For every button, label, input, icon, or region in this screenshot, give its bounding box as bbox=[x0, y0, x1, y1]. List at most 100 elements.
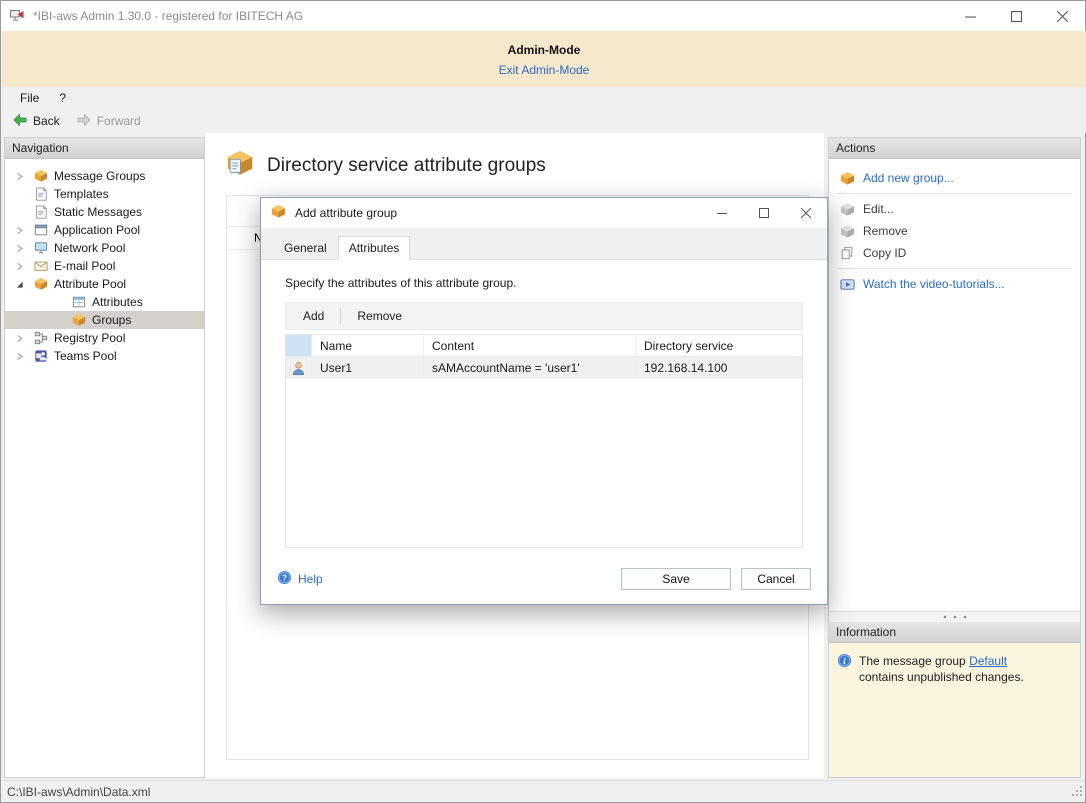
action-watch-tutorials[interactable]: Watch the video-tutorials... bbox=[829, 273, 1080, 295]
sidebar-item-label: E-mail Pool bbox=[54, 259, 115, 273]
menu-help[interactable]: ? bbox=[49, 88, 76, 108]
sidebar-item-label: Application Pool bbox=[54, 223, 140, 237]
dialog-title: Add attribute group bbox=[295, 206, 397, 220]
forward-button[interactable]: Forward bbox=[76, 112, 141, 131]
dialog-footer: ? Help Save Cancel bbox=[261, 560, 827, 604]
chevron-right-icon[interactable] bbox=[15, 352, 33, 361]
chevron-expanded-icon[interactable] bbox=[15, 280, 33, 289]
dialog-minimize-button[interactable] bbox=[701, 198, 743, 228]
status-path: C:\IBI-aws\Admin\Data.xml bbox=[7, 785, 150, 799]
content-column-header[interactable]: Content bbox=[424, 335, 636, 356]
tab-attributes[interactable]: Attributes bbox=[338, 236, 411, 260]
sidebar-item-teams-pool[interactable]: Teams Pool bbox=[5, 347, 204, 365]
page-heading: Directory service attribute groups bbox=[225, 149, 546, 182]
actions-header: Actions bbox=[829, 138, 1080, 159]
user-icon bbox=[286, 357, 312, 379]
help-link[interactable]: ? Help bbox=[277, 570, 323, 588]
forward-label: Forward bbox=[97, 114, 141, 128]
network-pool-icon bbox=[33, 240, 49, 256]
menu-bar: File ? bbox=[2, 87, 1086, 109]
sidebar-item-templates[interactable]: Templates bbox=[5, 185, 204, 203]
sidebar-item-label: Attributes bbox=[92, 295, 143, 309]
sidebar-item-application-pool[interactable]: Application Pool bbox=[5, 221, 204, 239]
help-label: Help bbox=[298, 572, 323, 586]
app-window: *IBI-aws Admin 1.30.0 - registered for I… bbox=[0, 0, 1086, 803]
information-message: The message group Default contains unpub… bbox=[859, 653, 1029, 685]
remove-attribute-button[interactable]: Remove bbox=[346, 305, 413, 327]
toolbar-separator bbox=[340, 308, 341, 324]
app-icon bbox=[9, 7, 25, 26]
copy-icon bbox=[839, 245, 855, 261]
sidebar-item-groups[interactable]: Groups bbox=[5, 311, 204, 329]
sidebar-item-email-pool[interactable]: E-mail Pool bbox=[5, 257, 204, 275]
table-header-row: Name Content Directory service bbox=[286, 335, 802, 357]
table-row[interactable]: User1 sAMAccountName = 'user1' 192.168.1… bbox=[286, 357, 802, 379]
sidebar-item-label: Static Messages bbox=[54, 205, 142, 219]
tab-general[interactable]: General bbox=[273, 236, 338, 260]
sidebar-item-label: Registry Pool bbox=[54, 331, 125, 345]
svg-text:?: ? bbox=[282, 573, 287, 583]
admin-mode-title: Admin-Mode bbox=[2, 31, 1086, 57]
action-add-new-group[interactable]: Add new group... bbox=[829, 167, 1080, 189]
status-bar: C:\IBI-aws\Admin\Data.xml bbox=[1, 780, 1085, 802]
application-pool-icon bbox=[33, 222, 49, 238]
maximize-button[interactable] bbox=[993, 1, 1039, 31]
save-button[interactable]: Save bbox=[621, 568, 731, 590]
sidebar-item-registry-pool[interactable]: Registry Pool bbox=[5, 329, 204, 347]
sidebar-item-attribute-pool[interactable]: Attribute Pool bbox=[5, 275, 204, 293]
resize-grip[interactable] bbox=[1070, 784, 1083, 800]
navigation-tree: Message Groups Templates Static Messages… bbox=[5, 159, 204, 365]
exit-admin-mode-link[interactable]: Exit Admin-Mode bbox=[499, 63, 590, 77]
groups-icon bbox=[71, 312, 87, 328]
dialog-title-bar: Add attribute group bbox=[261, 198, 827, 228]
sidebar-item-attributes[interactable]: Attributes bbox=[5, 293, 204, 311]
action-label: Remove bbox=[863, 224, 908, 238]
back-arrow-icon bbox=[12, 112, 28, 131]
cell-name: User1 bbox=[312, 357, 424, 379]
attributes-toolbar: Add Remove bbox=[285, 302, 803, 330]
icon-column-header[interactable] bbox=[286, 335, 312, 356]
name-column-header[interactable]: Name bbox=[312, 335, 424, 356]
menu-file[interactable]: File bbox=[10, 88, 49, 108]
default-group-link[interactable]: Default bbox=[969, 654, 1007, 668]
directory-service-column-header[interactable]: Directory service bbox=[636, 335, 802, 356]
actions-divider bbox=[837, 268, 1072, 269]
dialog-close-button[interactable] bbox=[785, 198, 827, 228]
minimize-button[interactable] bbox=[947, 1, 993, 31]
action-label: Edit... bbox=[863, 202, 894, 216]
admin-mode-banner: Admin-Mode Exit Admin-Mode bbox=[2, 31, 1086, 87]
cancel-button[interactable]: Cancel bbox=[741, 568, 811, 590]
sidebar-item-network-pool[interactable]: Network Pool bbox=[5, 239, 204, 257]
teams-pool-icon bbox=[33, 348, 49, 364]
chevron-right-icon[interactable] bbox=[15, 262, 33, 271]
back-button[interactable]: Back bbox=[12, 112, 60, 131]
dialog-description: Specify the attributes of this attribute… bbox=[285, 276, 811, 290]
remove-group-icon bbox=[839, 223, 855, 239]
action-edit[interactable]: Edit... bbox=[829, 198, 1080, 220]
sidebar-item-label: Attribute Pool bbox=[54, 277, 126, 291]
edit-group-icon bbox=[839, 201, 855, 217]
chevron-right-icon[interactable] bbox=[15, 244, 33, 253]
video-tutorials-icon bbox=[839, 276, 855, 292]
message-groups-icon bbox=[33, 168, 49, 184]
registry-pool-icon bbox=[33, 330, 49, 346]
sidebar-item-static-messages[interactable]: Static Messages bbox=[5, 203, 204, 221]
attribute-groups-icon bbox=[225, 149, 255, 182]
sidebar-item-message-groups[interactable]: Message Groups bbox=[5, 167, 204, 185]
add-attribute-button[interactable]: Add bbox=[292, 305, 335, 327]
templates-icon bbox=[33, 186, 49, 202]
action-copy-id[interactable]: Copy ID bbox=[829, 242, 1080, 264]
chevron-right-icon[interactable] bbox=[15, 172, 33, 181]
close-button[interactable] bbox=[1039, 1, 1085, 31]
panel-splitter-grip[interactable] bbox=[829, 611, 1080, 622]
navigation-panel: Navigation Message Groups Templates Stat… bbox=[4, 137, 205, 778]
chevron-right-icon[interactable] bbox=[15, 334, 33, 343]
information-box: i The message group Default contains unp… bbox=[829, 643, 1080, 777]
dialog-tabs: General Attributes bbox=[261, 228, 827, 260]
action-remove[interactable]: Remove bbox=[829, 220, 1080, 242]
help-icon: ? bbox=[277, 570, 292, 588]
chevron-right-icon[interactable] bbox=[15, 226, 33, 235]
sidebar-item-label: Groups bbox=[92, 313, 131, 327]
dialog-maximize-button[interactable] bbox=[743, 198, 785, 228]
sidebar-item-label: Message Groups bbox=[54, 169, 145, 183]
